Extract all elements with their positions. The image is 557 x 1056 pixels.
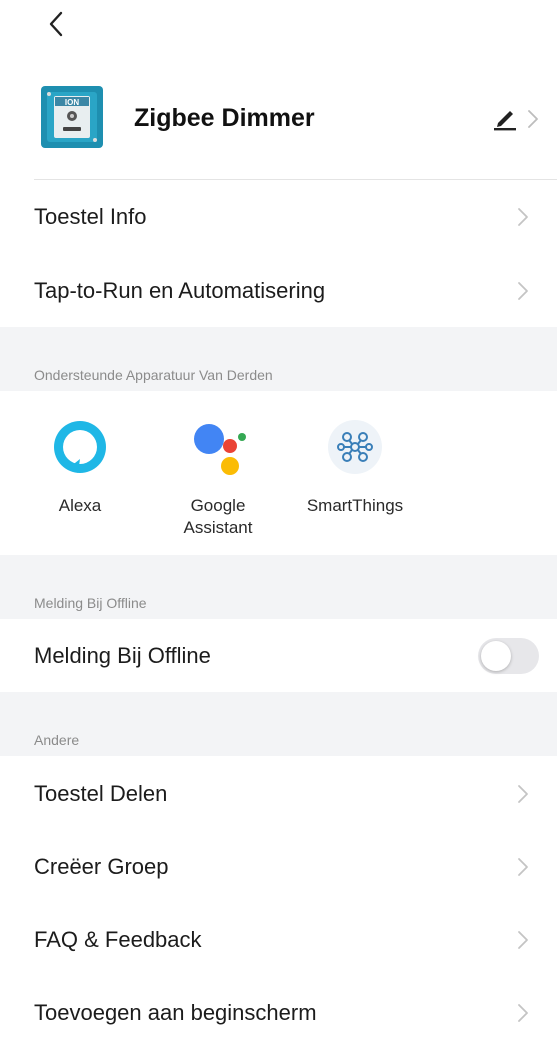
section-other-title: Andere [34,732,80,748]
device-header: ION Zigbee Dimmer [0,86,557,156]
tap-to-run-label: Tap-to-Run en Automatisering [34,278,326,303]
chevron-right-icon [518,858,528,876]
chevron-right-icon [518,282,528,300]
create-group-row[interactable]: Creëer Groep [0,831,557,903]
share-device-label: Toestel Delen [34,781,168,806]
section-third-party: Ondersteunde Apparatuur Van Derden [0,327,557,391]
device-info-row[interactable]: Toestel Info [0,181,557,253]
add-to-home-row[interactable]: Toevoegen aan beginscherm [0,977,557,1049]
google-assistant-icon [194,424,246,475]
add-to-home-label: Toevoegen aan beginscherm [34,1000,317,1025]
device-thumbnail: ION [41,86,103,148]
alexa-label: Alexa [58,496,102,515]
alexa-icon [54,421,106,473]
chevron-right-icon [518,785,528,803]
smartthings-icon [328,420,382,474]
section-third-party-title: Ondersteunde Apparatuur Van Derden [34,367,273,383]
device-info-label: Toestel Info [34,204,147,229]
chevron-right-icon [518,1004,528,1022]
divider [34,179,557,180]
section-offline: Melding Bij Offline [0,555,557,619]
edit-device-button[interactable] [490,102,544,134]
faq-feedback-row[interactable]: FAQ & Feedback [0,904,557,976]
offline-notification-row: Melding Bij Offline [0,620,557,692]
section-offline-title: Melding Bij Offline [34,595,147,611]
toggle-knob [481,641,511,671]
offline-notification-toggle[interactable] [478,638,539,674]
smartthings-button[interactable]: SmartThings [280,415,430,545]
faq-feedback-label: FAQ & Feedback [34,927,202,952]
offline-notification-label: Melding Bij Offline [34,643,211,668]
google-assistant-label: Google Assistant [183,496,253,537]
tap-to-run-row[interactable]: Tap-to-Run en Automatisering [0,255,557,327]
chevron-right-icon [528,110,538,128]
back-button[interactable] [38,6,74,42]
device-thumb-brand: ION [65,98,79,107]
google-assistant-button[interactable]: Google Assistant [143,415,293,545]
create-group-label: Creëer Groep [34,854,169,879]
device-name: Zigbee Dimmer [134,104,315,132]
chevron-left-icon [49,11,63,37]
alexa-button[interactable]: Alexa [5,415,155,545]
chevron-right-icon [518,208,528,226]
chevron-right-icon [518,931,528,949]
smartthings-label: SmartThings [306,496,404,515]
share-device-row[interactable]: Toestel Delen [0,758,557,830]
section-other: Andere [0,692,557,756]
pencil-icon [494,111,516,131]
